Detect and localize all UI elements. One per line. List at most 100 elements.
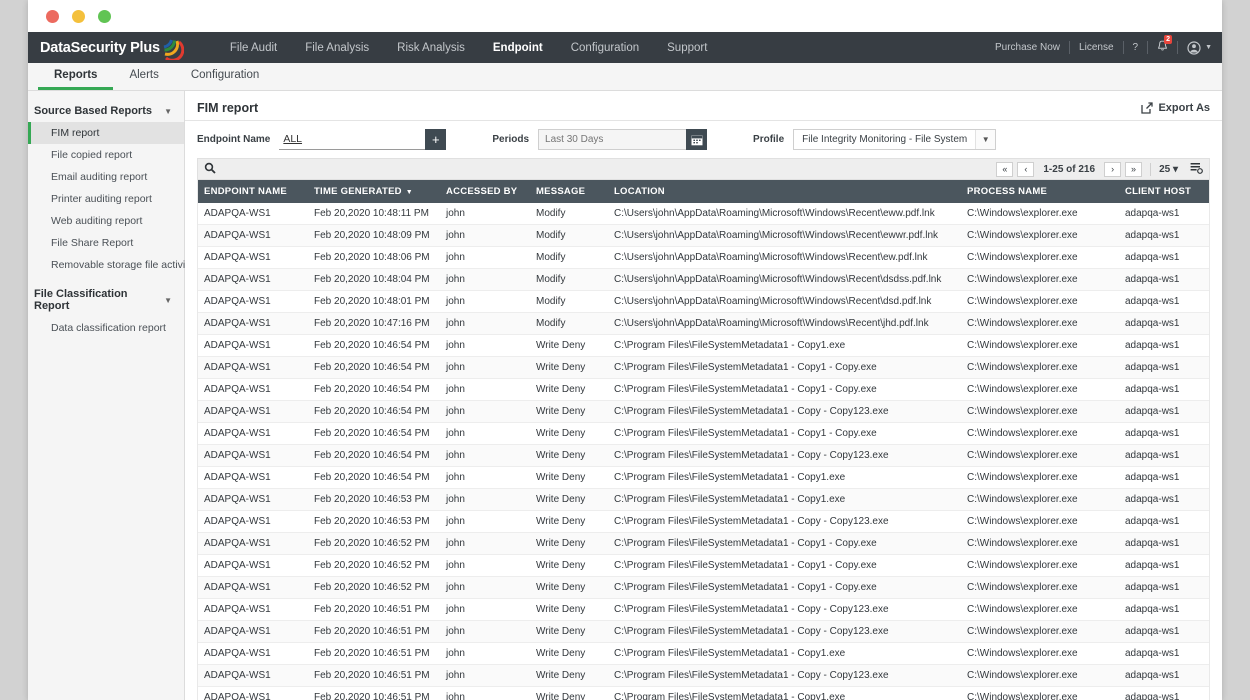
column-header-location[interactable]: LOCATION [608, 180, 961, 203]
sidebar-item-web-auditing-report[interactable]: Web auditing report [28, 210, 184, 232]
previous-page-button[interactable]: ‹ [1017, 161, 1035, 177]
purchase-now-link[interactable]: Purchase Now [995, 42, 1060, 53]
table-row[interactable]: ADAPQA-WS1 Feb 20,2020 10:46:54 PM john Wri… [198, 422, 1209, 445]
close-window-button[interactable] [46, 9, 59, 23]
cell-endpoint-name: ADAPQA-WS1 [198, 642, 308, 665]
cell-endpoint-name: ADAPQA-WS1 [198, 203, 308, 225]
cell-accessed-by: john [440, 620, 530, 643]
cell-time-generated: Feb 20,2020 10:46:51 PM [308, 664, 440, 687]
cell-location: C:\Program Files\FileSystemMetadata1 - C… [608, 334, 961, 357]
column-header-process-name[interactable]: PROCESS NAME [961, 180, 1119, 203]
table-row[interactable]: ADAPQA-WS1 Feb 20,2020 10:48:04 PM john Mod… [198, 268, 1209, 291]
first-page-button[interactable]: « [996, 161, 1014, 177]
table-row[interactable]: ADAPQA-WS1 Feb 20,2020 10:46:52 PM john Wri… [198, 554, 1209, 577]
cell-endpoint-name: ADAPQA-WS1 [198, 334, 308, 357]
cell-time-generated: Feb 20,2020 10:48:09 PM [308, 224, 440, 247]
table-row[interactable]: ADAPQA-WS1 Feb 20,2020 10:46:54 PM john Wri… [198, 466, 1209, 489]
calendar-icon[interactable] [686, 129, 708, 150]
sidebar-group-file-classification-report[interactable]: File Classification Report ▼ [28, 283, 184, 317]
table-head: ENDPOINT NAME TIME GENERATED ▼ ACCESSED B… [198, 180, 1209, 203]
user-menu-button[interactable]: ▼ [1187, 40, 1212, 55]
app-logo[interactable]: DataSecurity Plus [40, 37, 185, 62]
cell-time-generated: Feb 20,2020 10:46:53 PM [308, 510, 440, 533]
nav-item-endpoint[interactable]: Endpoint [479, 42, 557, 54]
table-row[interactable]: ADAPQA-WS1 Feb 20,2020 10:46:51 PM john Wri… [198, 664, 1209, 687]
nav-item-risk-analysis[interactable]: Risk Analysis [383, 42, 479, 54]
table-row[interactable]: ADAPQA-WS1 Feb 20,2020 10:46:51 PM john Wri… [198, 598, 1209, 621]
endpoint-name-control: + [279, 129, 447, 150]
cell-time-generated: Feb 20,2020 10:48:06 PM [308, 246, 440, 269]
cell-process-name: C:\Windows\explorer.exe [961, 554, 1119, 577]
next-page-button[interactable]: › [1104, 161, 1122, 177]
cell-endpoint-name: ADAPQA-WS1 [198, 664, 308, 687]
table-row[interactable]: ADAPQA-WS1 Feb 20,2020 10:46:52 PM john Wri… [198, 576, 1209, 599]
add-endpoint-button[interactable]: + [425, 129, 447, 150]
help-icon[interactable]: ? [1133, 42, 1139, 53]
cell-time-generated: Feb 20,2020 10:46:54 PM [308, 422, 440, 445]
column-settings-icon[interactable] [1190, 162, 1203, 177]
table-row[interactable]: ADAPQA-WS1 Feb 20,2020 10:46:54 PM john Wri… [198, 334, 1209, 357]
maximize-window-button[interactable] [98, 9, 111, 23]
cell-location: C:\Users\john\AppData\Roaming\Microsoft\… [608, 268, 961, 291]
tab-reports[interactable]: Reports [38, 63, 114, 90]
cell-location: C:\Program Files\FileSystemMetadata1 - C… [608, 532, 961, 555]
tab-configuration[interactable]: Configuration [175, 63, 275, 90]
license-link[interactable]: License [1079, 42, 1113, 53]
table-row[interactable]: ADAPQA-WS1 Feb 20,2020 10:46:54 PM john Wri… [198, 444, 1209, 467]
app-logo-text: DataSecurity Plus [40, 39, 160, 56]
nav-item-support[interactable]: Support [653, 42, 721, 54]
report-table-container[interactable]: ENDPOINT NAME TIME GENERATED ▼ ACCESSED B… [197, 180, 1210, 700]
profile-select[interactable]: File Integrity Monitoring - File System … [793, 129, 997, 150]
nav-item-file-audit[interactable]: File Audit [216, 42, 291, 54]
table-row[interactable]: ADAPQA-WS1 Feb 20,2020 10:48:06 PM john Mod… [198, 246, 1209, 269]
cell-client-host: adapqa-ws1 [1119, 598, 1209, 621]
cell-location: C:\Program Files\FileSystemMetadata1 - C… [608, 400, 961, 423]
periods-input[interactable] [538, 129, 687, 150]
cell-endpoint-name: ADAPQA-WS1 [198, 444, 308, 467]
table-row[interactable]: ADAPQA-WS1 Feb 20,2020 10:46:54 PM john Wri… [198, 400, 1209, 423]
table-row[interactable]: ADAPQA-WS1 Feb 20,2020 10:47:16 PM john Mod… [198, 312, 1209, 335]
table-row[interactable]: ADAPQA-WS1 Feb 20,2020 10:48:11 PM john Mod… [198, 203, 1209, 225]
notifications-button[interactable]: 2 [1157, 35, 1172, 55]
page-size-select[interactable]: 25 ▾ [1159, 164, 1178, 175]
cell-accessed-by: john [440, 686, 530, 700]
table-row[interactable]: ADAPQA-WS1 Feb 20,2020 10:46:53 PM john Wri… [198, 510, 1209, 533]
table-row[interactable]: ADAPQA-WS1 Feb 20,2020 10:46:54 PM john Wri… [198, 356, 1209, 379]
column-header-accessed-by[interactable]: ACCESSED BY [440, 180, 530, 203]
sidebar-item-file-copied-report[interactable]: File copied report [28, 144, 184, 166]
last-page-button[interactable]: » [1125, 161, 1143, 177]
endpoint-name-input[interactable] [279, 129, 426, 150]
sidebar-group-source-based-reports[interactable]: Source Based Reports ▼ [28, 100, 184, 122]
cell-time-generated: Feb 20,2020 10:47:16 PM [308, 312, 440, 335]
column-header-time-generated[interactable]: TIME GENERATED ▼ [308, 180, 440, 203]
table-row[interactable]: ADAPQA-WS1 Feb 20,2020 10:46:53 PM john Wri… [198, 488, 1209, 511]
table-row[interactable]: ADAPQA-WS1 Feb 20,2020 10:46:51 PM john Wri… [198, 686, 1209, 700]
table-row[interactable]: ADAPQA-WS1 Feb 20,2020 10:48:01 PM john Mod… [198, 290, 1209, 313]
table-row[interactable]: ADAPQA-WS1 Feb 20,2020 10:46:51 PM john Wri… [198, 620, 1209, 643]
nav-item-file-analysis[interactable]: File Analysis [291, 42, 383, 54]
sidebar-item-data-classification-report[interactable]: Data classification report [28, 317, 184, 339]
cell-accessed-by: john [440, 532, 530, 555]
table-header-row: ENDPOINT NAME TIME GENERATED ▼ ACCESSED B… [198, 180, 1209, 203]
sidebar-item-fim-report[interactable]: FIM report [28, 122, 184, 144]
table-row[interactable]: ADAPQA-WS1 Feb 20,2020 10:46:54 PM john Wri… [198, 378, 1209, 401]
column-header-message[interactable]: MESSAGE [530, 180, 608, 203]
column-header-client-host[interactable]: CLIENT HOST [1119, 180, 1209, 203]
chevron-down-icon: ▼ [164, 106, 172, 116]
sidebar-item-file-share-report[interactable]: File Share Report [28, 232, 184, 254]
cell-client-host: adapqa-ws1 [1119, 620, 1209, 643]
sidebar-item-printer-auditing-report[interactable]: Printer auditing report [28, 188, 184, 210]
nav-item-configuration[interactable]: Configuration [557, 42, 653, 54]
tab-alerts[interactable]: Alerts [113, 63, 174, 90]
table-row[interactable]: ADAPQA-WS1 Feb 20,2020 10:48:09 PM john Mod… [198, 224, 1209, 247]
sidebar-item-email-auditing-report[interactable]: Email auditing report [28, 166, 184, 188]
column-header-endpoint-name[interactable]: ENDPOINT NAME [198, 180, 308, 203]
search-icon[interactable] [204, 162, 216, 177]
table-row[interactable]: ADAPQA-WS1 Feb 20,2020 10:46:52 PM john Wri… [198, 532, 1209, 555]
top-nav-utilities: Purchase Now License ? 2 ▼ [995, 35, 1212, 55]
export-as-button[interactable]: Export As [1141, 102, 1210, 114]
table-row[interactable]: ADAPQA-WS1 Feb 20,2020 10:46:51 PM john Wri… [198, 642, 1209, 665]
cell-time-generated: Feb 20,2020 10:46:51 PM [308, 620, 440, 643]
sidebar-item-removable-storage-file-activity[interactable]: Removable storage file activity [28, 254, 193, 276]
minimize-window-button[interactable] [72, 9, 85, 23]
